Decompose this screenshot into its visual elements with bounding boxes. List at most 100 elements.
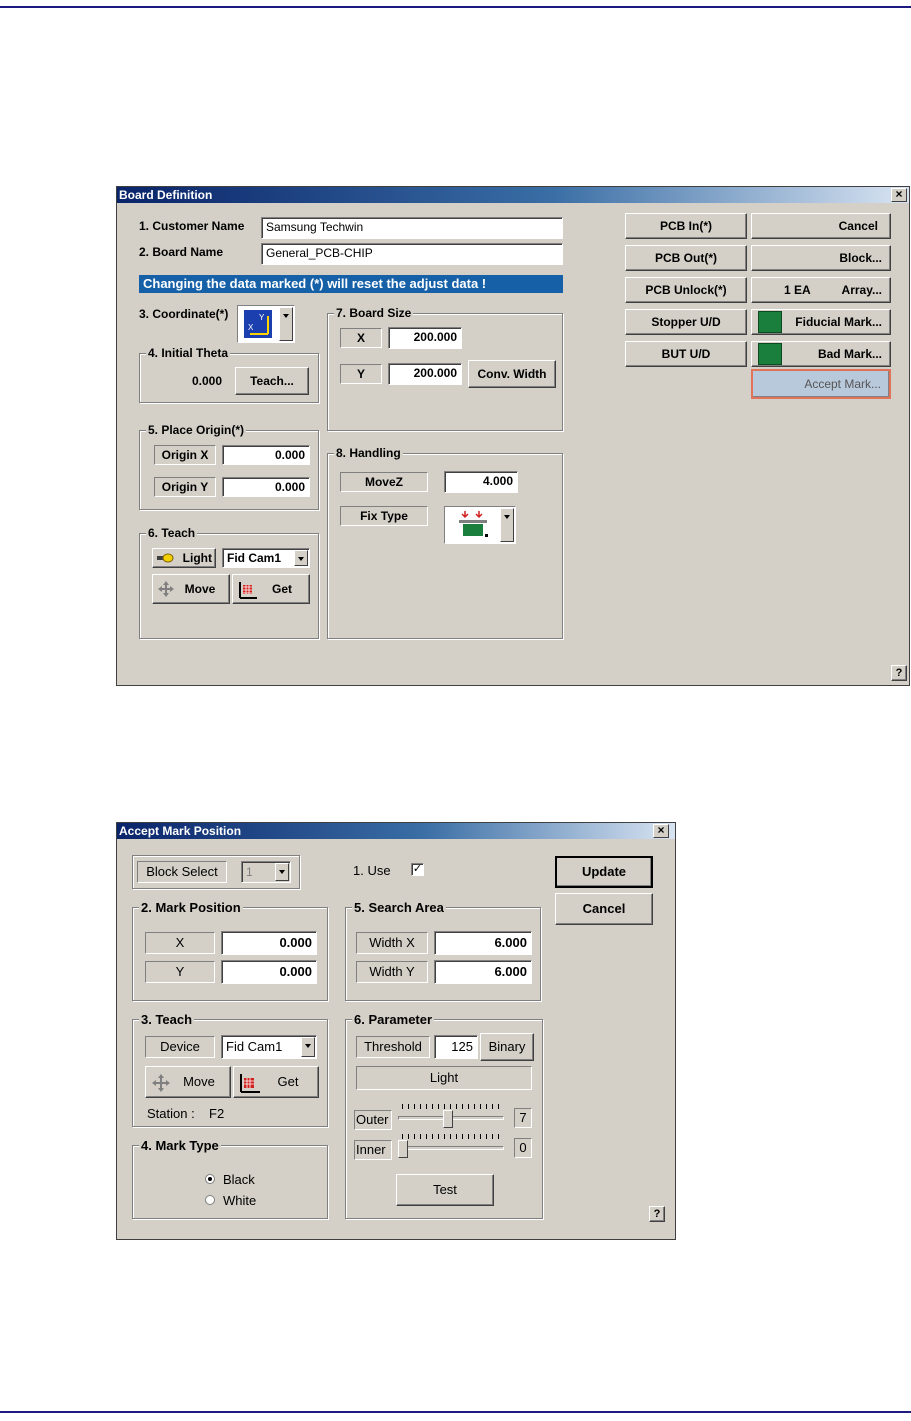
radio-selected-dot — [208, 1177, 212, 1181]
inner-value: 0 — [514, 1138, 532, 1158]
board-definition-titlebar: Board Definition — [117, 187, 909, 203]
move-button[interactable]: Move — [152, 574, 230, 604]
mark-type-black-radio[interactable] — [205, 1174, 215, 1184]
array-count: 1 EA — [784, 283, 811, 297]
initial-theta-value: 0.000 — [192, 374, 223, 388]
board-definition-window: Board Definition × 1. Customer Name Sams… — [116, 186, 910, 686]
fiducial-mark-button[interactable]: Fiducial Mark... — [751, 309, 891, 335]
help-icon[interactable]: ? — [649, 1206, 665, 1222]
width-x-input[interactable]: 6.000 — [434, 931, 532, 955]
mark-type-black-label: Black — [223, 1172, 255, 1187]
movez-input[interactable]: 4.000 — [444, 471, 518, 493]
page-top-rule — [0, 6, 911, 8]
pcb-in-button[interactable]: PCB In(*) — [625, 213, 747, 239]
station-label: Station : — [147, 1106, 195, 1121]
chevron-down-icon — [279, 307, 293, 341]
use-checkbox[interactable]: ✓ — [411, 863, 424, 876]
reset-warning-banner: Changing the data marked (*) will reset … — [139, 275, 563, 293]
get-button[interactable]: Get — [233, 1066, 319, 1098]
help-icon[interactable]: ? — [891, 665, 907, 681]
outer-label: Outer — [354, 1110, 392, 1130]
but-button[interactable]: BUT U/D — [625, 341, 747, 367]
array-button[interactable]: 1 EA Array... — [751, 277, 891, 303]
stopper-button[interactable]: Stopper U/D — [625, 309, 747, 335]
teach-theta-button[interactable]: Teach... — [235, 367, 309, 395]
teach-group-title: 6. Teach — [146, 526, 198, 540]
accept-mark-titlebar: Accept Mark Position — [117, 823, 675, 839]
mark-x-input[interactable]: 0.000 — [221, 931, 317, 955]
get-button[interactable]: Get — [232, 574, 310, 604]
pcb-out-button[interactable]: PCB Out(*) — [625, 245, 747, 271]
initial-theta-title: 4. Initial Theta — [146, 346, 231, 360]
device-label: Device — [145, 1036, 215, 1058]
mark-x-label: X — [145, 932, 215, 954]
origin-y-input[interactable]: 0.000 — [222, 477, 310, 497]
teach-group-title: 3. Teach — [139, 1012, 195, 1027]
inner-slider-ticks — [402, 1134, 502, 1139]
fiducial-mark-icon — [758, 311, 782, 333]
coordinate-axis-icon: Y X — [244, 310, 272, 338]
close-icon[interactable]: × — [891, 188, 907, 202]
threshold-label: Threshold — [356, 1036, 430, 1058]
move-arrows-icon — [152, 1074, 170, 1092]
bad-mark-label: Bad Mark... — [817, 347, 882, 361]
bad-mark-button[interactable]: Bad Mark... — [751, 341, 891, 367]
origin-x-label: Origin X — [154, 445, 216, 465]
mark-position-title: 2. Mark Position — [139, 900, 243, 915]
svg-text:X: X — [248, 323, 254, 332]
block-button[interactable]: Block... — [751, 245, 891, 271]
handling-group: 8. Handling MoveZ 4.000 Fix Type — [327, 446, 563, 639]
get-button-label: Get — [277, 1074, 299, 1089]
board-size-x-label: X — [340, 328, 382, 348]
mark-y-input[interactable]: 0.000 — [221, 960, 317, 984]
teach-camera-select[interactable]: Fid Cam1 — [222, 548, 310, 568]
search-area-title: 5. Search Area — [352, 900, 446, 915]
handling-title: 8. Handling — [334, 446, 403, 460]
close-icon[interactable]: × — [653, 824, 669, 838]
chevron-down-icon — [294, 550, 308, 566]
customer-name-input[interactable]: Samsung Techwin — [261, 217, 563, 239]
chevron-down-icon — [500, 508, 514, 542]
get-position-icon — [240, 1074, 260, 1093]
board-size-x-input[interactable]: 200.000 — [388, 327, 462, 349]
move-button-label: Move — [183, 1074, 215, 1089]
accept-mark-window: Accept Mark Position × Block Select 1 1.… — [116, 822, 676, 1240]
move-button-label: Move — [184, 582, 216, 596]
light-bulb-icon — [157, 553, 174, 563]
board-size-y-input[interactable]: 200.000 — [388, 363, 462, 385]
mark-type-white-radio[interactable] — [205, 1195, 215, 1205]
accept-mark-button[interactable]: Accept Mark... — [751, 369, 891, 399]
threshold-input[interactable]: 125 — [434, 1035, 478, 1059]
update-button[interactable]: Update — [555, 856, 653, 888]
binary-button[interactable]: Binary — [480, 1033, 534, 1061]
cancel-button[interactable]: Cancel — [555, 893, 653, 925]
block-select-label: Block Select — [137, 861, 227, 883]
get-button-label: Get — [271, 582, 292, 596]
board-size-y-label: Y — [340, 364, 382, 384]
block-select-combo[interactable]: 1 — [241, 861, 291, 883]
inner-slider-track[interactable] — [398, 1146, 504, 1150]
conv-width-button[interactable]: Conv. Width — [468, 360, 556, 388]
move-arrows-icon — [158, 581, 174, 597]
move-button[interactable]: Move — [145, 1066, 231, 1098]
teach-group: 3. Teach Device Fid Cam1 Move Get Statio… — [132, 1012, 328, 1127]
place-origin-group: 5. Place Origin(*) Origin X 0.000 Origin… — [139, 423, 319, 510]
parameter-group: 6. Parameter Threshold 125 Binary Light … — [345, 1012, 543, 1219]
outer-value: 7 — [514, 1108, 532, 1128]
board-name-input[interactable]: General_PCB-CHIP — [261, 243, 563, 265]
initial-theta-group: 4. Initial Theta 0.000 Teach... — [139, 346, 319, 403]
fix-type-select[interactable] — [444, 506, 516, 544]
width-y-input[interactable]: 6.000 — [434, 960, 532, 984]
cancel-button[interactable]: Cancel — [751, 213, 891, 239]
pcb-unlock-button[interactable]: PCB Unlock(*) — [625, 277, 747, 303]
inner-slider-thumb[interactable] — [398, 1140, 408, 1158]
coordinate-select[interactable]: Y X — [237, 305, 295, 343]
outer-slider-thumb[interactable] — [443, 1110, 454, 1128]
device-select[interactable]: Fid Cam1 — [221, 1035, 317, 1059]
origin-x-input[interactable]: 0.000 — [222, 445, 310, 465]
parameter-title: 6. Parameter — [352, 1012, 435, 1027]
station-value: F2 — [209, 1106, 225, 1121]
use-label: 1. Use — [353, 863, 391, 878]
test-button[interactable]: Test — [396, 1174, 494, 1206]
light-button[interactable]: Light — [152, 548, 216, 568]
